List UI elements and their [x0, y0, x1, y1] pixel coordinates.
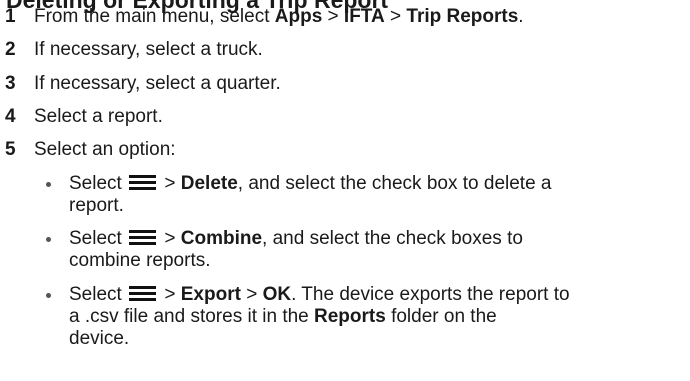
option-desc-cont: device.	[69, 328, 130, 349]
reports-folder: Reports	[314, 306, 386, 327]
step-text-pre: From the main menu, select	[34, 6, 275, 27]
separator: >	[159, 173, 181, 194]
option-desc: , and select the check box to delete a	[237, 173, 552, 194]
option-text: Select > Combine, and select the check b…	[69, 228, 679, 272]
menu-icon	[129, 285, 157, 302]
option-desc-cont: report.	[69, 195, 124, 216]
option-desc-cont: folder on the	[385, 306, 497, 327]
bullet-dot	[46, 237, 51, 242]
bullet-dot	[46, 293, 51, 298]
menu-apps: Apps	[274, 6, 323, 27]
select-text: Select	[69, 173, 128, 194]
option-text: Select > Export > OK. The device exports…	[69, 284, 679, 350]
step-text: From the main menu, select Apps > IFTA >…	[34, 6, 524, 28]
select-text: Select	[69, 228, 128, 249]
option-text: Select > Delete, and select the check bo…	[69, 173, 679, 217]
action-ok: OK	[262, 284, 292, 305]
option-desc: , and select the check boxes to	[262, 228, 523, 249]
step-number: 1	[5, 6, 16, 27]
menu-icon	[129, 229, 157, 246]
option-desc: . The device exports the report to	[291, 284, 570, 305]
option-desc-cont: a .csv file and stores it in the	[69, 306, 315, 327]
separator: >	[322, 6, 344, 27]
bullet-dot	[46, 182, 51, 187]
step-number: 3	[5, 73, 16, 94]
step-text: If necessary, select a quarter.	[34, 73, 281, 94]
action-export: Export	[180, 284, 241, 305]
separator: >	[159, 228, 181, 249]
step-number: 4	[5, 106, 16, 127]
menu-icon	[129, 174, 157, 191]
step-number: 2	[5, 39, 16, 60]
action-combine: Combine	[180, 228, 263, 249]
select-text: Select	[69, 284, 128, 305]
step-number: 5	[5, 139, 16, 160]
menu-ifta: IFTA	[343, 6, 385, 27]
option-desc-cont: combine reports.	[69, 250, 211, 271]
menu-trip-reports: Trip Reports	[406, 6, 519, 27]
separator: >	[240, 284, 263, 305]
step-text: Select a report.	[34, 106, 163, 127]
action-delete: Delete	[180, 173, 238, 194]
separator: >	[159, 284, 181, 305]
step-text: If necessary, select a truck.	[34, 39, 263, 60]
step-text: Select an option:	[34, 139, 176, 160]
separator: >	[384, 6, 407, 27]
period: .	[518, 6, 524, 27]
